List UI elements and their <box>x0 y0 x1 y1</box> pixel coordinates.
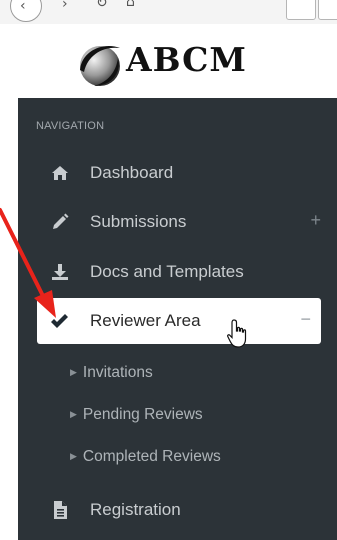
browser-toolbar: ‹ › ↻ ⌂ <box>0 0 337 24</box>
logo-area: ABCM <box>0 24 337 98</box>
caret-right-icon: ▶ <box>70 409 77 419</box>
navigation-heading: NAVIGATION <box>36 120 105 132</box>
sidebar-item-submissions[interactable]: Submissions + <box>18 199 337 245</box>
caret-right-icon: ▶ <box>70 367 77 377</box>
home-icon <box>52 166 68 180</box>
pencil-icon <box>53 213 69 229</box>
check-icon <box>51 314 68 328</box>
logo-text: ABCM <box>126 40 247 79</box>
sidebar-item-label: Registration <box>90 500 181 519</box>
download-icon <box>52 264 68 280</box>
toolbar-button[interactable] <box>286 0 316 20</box>
sidebar-item-label: Reviewer Area <box>90 311 201 330</box>
document-icon <box>54 501 67 519</box>
submenu-item-completed-reviews[interactable]: ▶ Completed Reviews <box>70 448 221 466</box>
caret-right-icon: ▶ <box>70 451 77 461</box>
logo-globe-icon <box>80 46 120 86</box>
collapse-minus-icon[interactable]: − <box>300 309 311 330</box>
sidebar-navigation: NAVIGATION Dashboard Submissions + Docs … <box>18 98 337 540</box>
sidebar-item-label: Docs and Templates <box>90 262 244 281</box>
sidebar-item-registration[interactable]: Registration <box>18 487 337 533</box>
home-browser-icon[interactable]: ⌂ <box>126 0 135 10</box>
sidebar-item-label: Dashboard <box>90 163 174 182</box>
forward-arrow-icon[interactable]: › <box>62 0 68 12</box>
hand-pointer-cursor-icon <box>227 319 247 348</box>
expand-plus-icon[interactable]: + <box>310 210 321 231</box>
back-button[interactable] <box>10 0 42 22</box>
submenu-item-invitations[interactable]: ▶ Invitations <box>70 364 153 382</box>
back-arrow-icon: ‹ <box>20 0 26 14</box>
toolbar-button-2[interactable] <box>318 0 337 20</box>
submenu-item-pending-reviews[interactable]: ▶ Pending Reviews <box>70 406 203 424</box>
sidebar-item-docs-and-templates[interactable]: Docs and Templates <box>18 249 337 295</box>
abcm-logo[interactable]: ABCM <box>74 32 294 92</box>
sidebar-item-label: Submissions <box>90 212 187 231</box>
sidebar-item-dashboard[interactable]: Dashboard <box>18 150 337 196</box>
sidebar-item-reviewer-area[interactable]: Reviewer Area − <box>37 298 321 344</box>
reload-icon[interactable]: ↻ <box>96 0 108 11</box>
